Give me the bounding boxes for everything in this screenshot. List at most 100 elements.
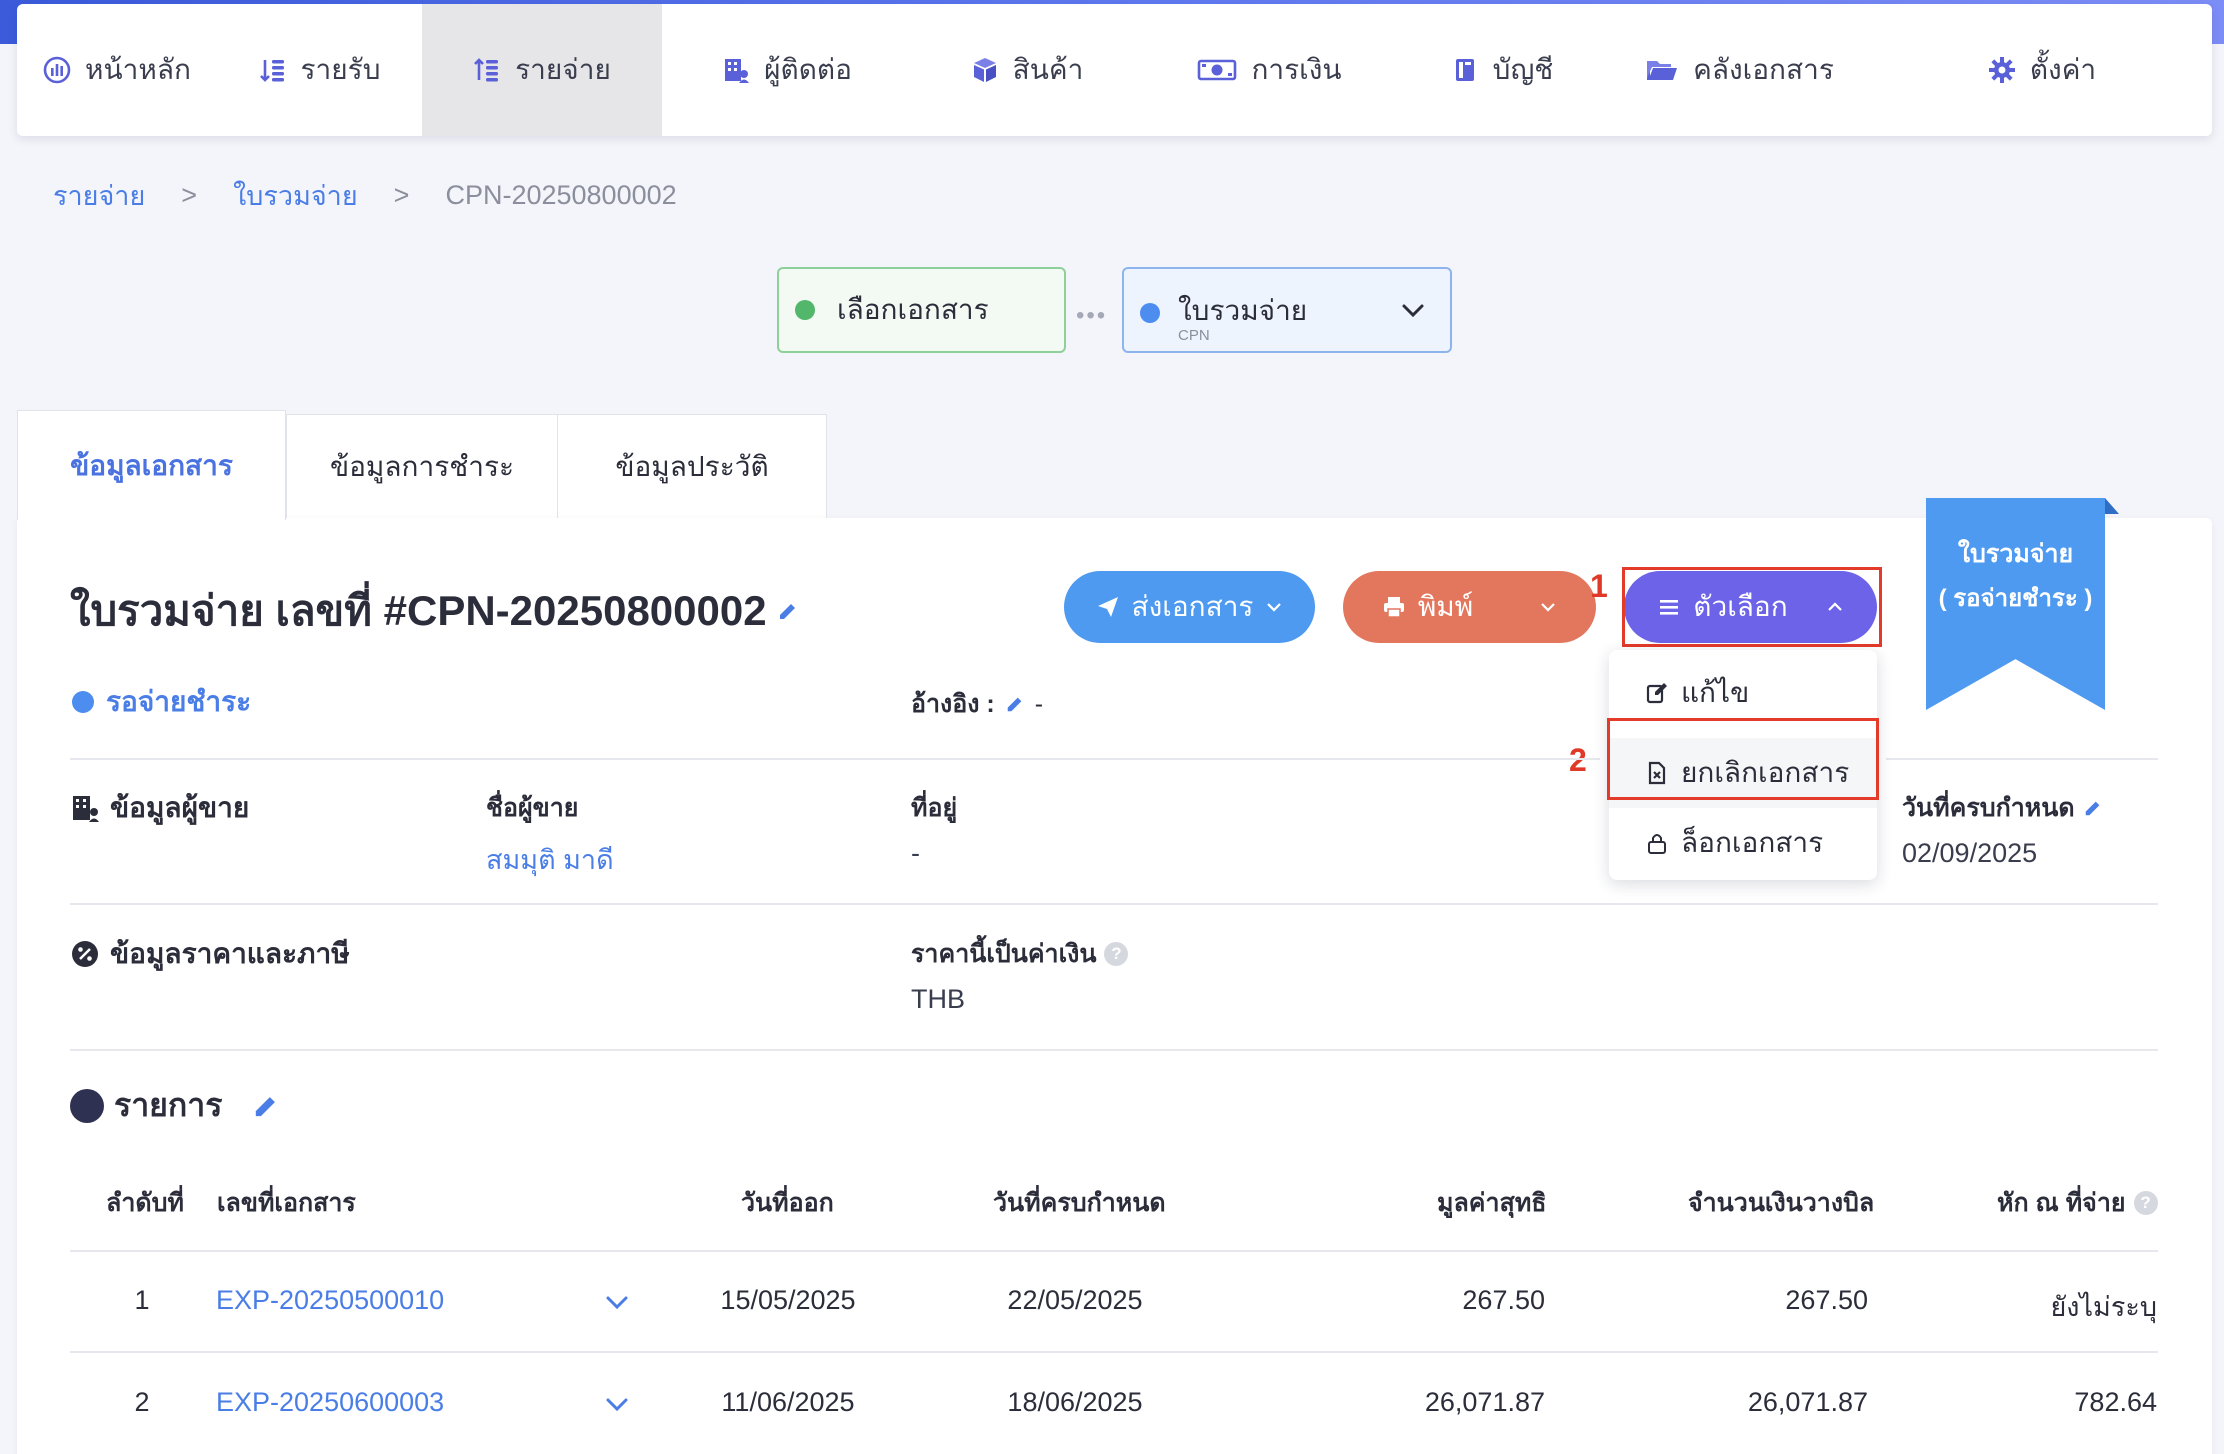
lock-icon	[1648, 834, 1666, 854]
row-due-date: 22/05/2025	[1007, 1285, 1143, 1315]
send-document-button[interactable]: ส่งเอกสาร	[1064, 571, 1315, 643]
chevron-down-icon	[1267, 603, 1282, 612]
expense-icon	[473, 56, 501, 84]
items-section-header: รายการ	[70, 1080, 280, 1131]
edit-icon	[1646, 683, 1667, 704]
nav-item-label: การเงิน	[1251, 54, 1342, 85]
step-sublabel: CPN	[1178, 327, 1210, 344]
nav-item-home[interactable]: หน้าหลัก	[17, 4, 217, 136]
breadcrumb: รายจ่าย > ใบรวมจ่าย > CPN-20250800002	[53, 174, 677, 217]
nav-item-documents[interactable]: คลังเอกสาร	[1607, 4, 1872, 136]
column-header-billed-amount: จำนวนเงินวางบิล	[1688, 1189, 1875, 1217]
breadcrumb-combined-payment[interactable]: ใบรวมจ่าย	[233, 174, 358, 217]
edit-pencil-icon[interactable]	[777, 600, 799, 622]
row-issue-date: 15/05/2025	[720, 1285, 856, 1315]
workflow-step-select-documents[interactable]: เลือกเอกสาร	[777, 267, 1066, 353]
currency-label-text: ราคานี้เป็นค่าเงิน	[911, 940, 1097, 968]
row-billed-amount: 267.50	[1785, 1285, 1868, 1315]
folder-icon	[1645, 56, 1679, 84]
edit-pencil-icon[interactable]	[252, 1092, 280, 1120]
nav-item-settings[interactable]: ตั้งค่า	[1872, 4, 2212, 136]
print-button[interactable]: พิมพ์	[1343, 571, 1596, 643]
seller-name-link[interactable]: สมมุติ มาดี	[486, 838, 614, 881]
items-section-title: รายการ	[114, 1087, 223, 1123]
ribbon-fold	[2105, 498, 2119, 514]
row-index: 1	[134, 1285, 150, 1315]
breadcrumb-separator: >	[181, 180, 198, 210]
row-billed-amount: 26,071.87	[1747, 1387, 1868, 1417]
row-doc-link[interactable]: EXP-20250500010	[216, 1285, 444, 1316]
column-header-issue-date: วันที่ออก	[741, 1189, 834, 1217]
edit-pencil-icon[interactable]	[1005, 694, 1025, 714]
contacts-icon	[722, 56, 750, 84]
nav-item-label: หน้าหลัก	[85, 54, 191, 85]
percent-badge-icon	[72, 941, 98, 967]
document-title: ใบรวมจ่าย เลขที่ #CPN-20250800002	[70, 578, 799, 644]
reference-field: อ้างอิง : -	[911, 684, 1043, 724]
table-header-divider	[70, 1250, 2158, 1252]
seller-section-label: ข้อมูลผู้ขาย	[70, 786, 249, 830]
document-title-text: ใบรวมจ่าย เลขที่ #CPN-20250800002	[70, 587, 767, 634]
menu-item-lock-document[interactable]: ล็อกเอกสาร	[1609, 808, 1877, 878]
seller-address-label: ที่อยู่	[911, 794, 958, 822]
due-date-label: วันที่ครบกำหนด	[1902, 788, 2103, 828]
step-label: เลือกเอกสาร	[837, 294, 989, 325]
nav-item-products[interactable]: สินค้า	[912, 4, 1142, 136]
section-divider	[70, 1049, 2158, 1051]
section-divider	[70, 903, 2158, 905]
due-date-label-text: วันที่ครบกำหนด	[1902, 794, 2075, 822]
seller-section-title: ข้อมูลผู้ขาย	[110, 792, 250, 823]
edit-pencil-icon[interactable]	[2083, 798, 2103, 818]
pricing-section-title: ข้อมูลราคาและภาษี	[110, 938, 350, 969]
help-icon[interactable]: ?	[1104, 942, 1129, 966]
money-icon	[1197, 56, 1237, 84]
column-header-due-date: วันที่ครบกำหนด	[993, 1189, 1166, 1217]
workflow-step-combined-payment[interactable]: ใบรวมจ่าย CPN	[1122, 267, 1452, 353]
column-header-net-value: มูลค่าสุทธิ	[1437, 1189, 1547, 1217]
nav-item-label: บัญชี	[1492, 54, 1554, 85]
breadcrumb-expense[interactable]: รายจ่าย	[53, 174, 145, 217]
nav-item-expense[interactable]: รายจ่าย	[422, 4, 662, 136]
row-withholding: 782.64	[2074, 1387, 2157, 1417]
nav-item-contacts[interactable]: ผู้ติดต่อ	[662, 4, 912, 136]
nav-item-income[interactable]: รายรับ	[217, 4, 422, 136]
items-dot	[70, 1088, 104, 1123]
currency-label: ราคานี้เป็นค่าเงิน ?	[911, 934, 1129, 974]
chevron-down-icon[interactable]	[1539, 598, 1557, 616]
status-dot	[72, 691, 94, 713]
due-date-value: 02/09/2025	[1902, 838, 2038, 868]
tab-history-info[interactable]: ข้อมูลประวัติ	[557, 414, 827, 519]
chevron-down-icon[interactable]	[603, 1288, 631, 1316]
help-icon[interactable]: ?	[2133, 1191, 2158, 1215]
column-header-index: ลำดับที่	[106, 1189, 184, 1217]
chevron-down-icon[interactable]	[603, 1390, 631, 1418]
nav-item-accounting[interactable]: บัญชี	[1397, 4, 1607, 136]
pricing-section-label: ข้อมูลราคาและภาษี	[70, 932, 350, 976]
annotation-highlight-cancel	[1607, 718, 1879, 800]
row-net-value: 26,071.87	[1424, 1387, 1545, 1417]
nav-item-label: ผู้ติดต่อ	[764, 54, 852, 85]
nav-item-finance[interactable]: การเงิน	[1142, 4, 1397, 136]
chevron-down-icon	[1402, 304, 1424, 318]
section-divider	[70, 758, 1600, 760]
row-index: 2	[134, 1387, 150, 1417]
table-row-divider	[70, 1351, 2158, 1353]
currency-value: THB	[911, 984, 965, 1014]
seller-name-label: ชื่อผู้ขาย	[486, 794, 579, 822]
status-badge: รอจ่ายชำระ	[72, 680, 251, 724]
income-icon	[259, 56, 287, 84]
menu-item-label: ล็อกเอกสาร	[1681, 827, 1824, 858]
row-withholding: ยังไม่ระบุ	[2050, 1292, 2157, 1322]
nav-item-label: คลังเอกสาร	[1693, 54, 1834, 85]
gear-icon	[1988, 56, 2016, 84]
product-box-icon	[971, 56, 999, 84]
reference-label: อ้างอิง :	[911, 690, 995, 718]
print-label: พิมพ์	[1417, 591, 1474, 622]
tab-payment-info[interactable]: ข้อมูลการชำระ	[286, 414, 558, 519]
row-doc-link[interactable]: EXP-20250600003	[216, 1387, 444, 1418]
nav-item-label: ตั้งค่า	[2029, 54, 2097, 85]
nav-item-label: รายรับ	[300, 54, 381, 85]
tab-document-info[interactable]: ข้อมูลเอกสาร	[17, 410, 286, 520]
main-nav-bar: หน้าหลัก รายรับ รายจ่าย ผู้ติดต่อ สินค้า…	[17, 4, 2212, 136]
step-status-dot	[795, 300, 815, 320]
